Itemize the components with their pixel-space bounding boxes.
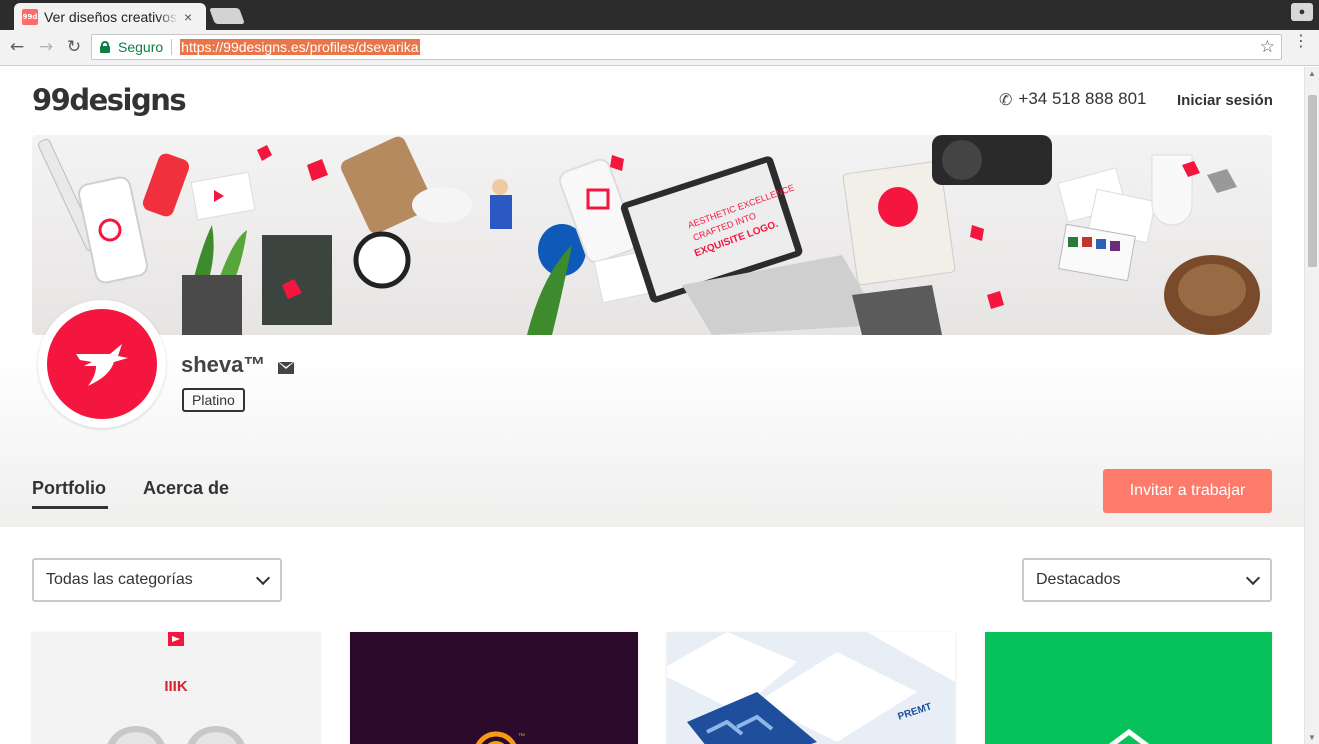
- card-brand-text: IIIK: [164, 678, 188, 695]
- portfolio-thumbnail: IIIK: [107, 632, 245, 744]
- sort-select-value: Destacados: [1036, 571, 1121, 588]
- active-tab-indicator: [32, 506, 108, 509]
- browser-toolbar: ← → ↻ Seguro https://99designs.es/profil…: [0, 30, 1319, 66]
- profile-banner: AESTHETIC EXCELLENCE CRAFTED INTO EXQUIS…: [32, 135, 1272, 335]
- reload-icon[interactable]: ↻: [63, 37, 85, 57]
- sort-select[interactable]: Destacados: [1022, 558, 1272, 602]
- trademark-mark: ™: [518, 733, 525, 740]
- lock-icon: [100, 41, 110, 53]
- invite-to-work-button[interactable]: Invitar a trabajar: [1103, 469, 1272, 513]
- omnibox-divider: [171, 39, 173, 55]
- site-logo[interactable]: 99designs: [32, 83, 187, 117]
- tab-portfolio[interactable]: Portfolio: [32, 478, 106, 499]
- scrollbar-thumb[interactable]: [1308, 95, 1317, 267]
- login-link[interactable]: Iniciar sesión: [1177, 92, 1273, 109]
- favicon-icon: 99d: [22, 8, 38, 25]
- secure-label: Seguro: [118, 39, 164, 55]
- level-badge: Platino: [182, 388, 245, 412]
- star-icon[interactable]: ☆: [1260, 37, 1275, 57]
- tab-title: Ver diseños creativos de sheva™: [44, 8, 178, 25]
- new-tab-button[interactable]: [209, 8, 245, 24]
- tab-close-icon[interactable]: ×: [184, 9, 192, 25]
- menu-icon[interactable]: ⋮: [1293, 33, 1309, 49]
- category-select[interactable]: Todas las categorías: [32, 558, 282, 602]
- phone-contact[interactable]: ✆ +34 518 888 801: [999, 89, 1147, 109]
- phone-number: +34 518 888 801: [1018, 89, 1147, 108]
- page-scrollbar[interactable]: ▲ ▼: [1304, 67, 1319, 744]
- banner-illustration: AESTHETIC EXCELLENCE CRAFTED INTO EXQUIS…: [38, 135, 1260, 335]
- portfolio-card[interactable]: ™: [350, 632, 638, 744]
- portfolio-thumbnail: [1108, 728, 1150, 744]
- portfolio-card[interactable]: IIIK: [32, 632, 320, 744]
- portfolio-thumbnail: PREMT: [667, 632, 955, 744]
- portfolio-card[interactable]: PREMT: [667, 632, 955, 744]
- profile-avatar-ring: [38, 300, 166, 428]
- profile-icon[interactable]: ●: [1291, 3, 1313, 21]
- forward-arrow-icon[interactable]: →: [35, 37, 57, 57]
- scroll-up-icon[interactable]: ▲: [1308, 69, 1316, 78]
- page-content: 99designs ✆ +34 518 888 801 Iniciar sesi…: [0, 67, 1304, 744]
- scroll-down-icon[interactable]: ▼: [1308, 733, 1316, 742]
- url-text[interactable]: https://99designs.es/profiles/dsevarika: [180, 39, 420, 55]
- portfolio-thumbnail: ™: [475, 731, 525, 744]
- avatar[interactable]: [47, 309, 157, 419]
- portfolio-card[interactable]: [985, 632, 1272, 744]
- address-bar[interactable]: Seguro https://99designs.es/profiles/dse…: [91, 34, 1282, 60]
- chevron-down-icon: [255, 570, 271, 586]
- browser-tabbar: 99d Ver diseños creativos de sheva™ × ●: [0, 0, 1319, 30]
- profile-name: sheva™: [181, 352, 266, 377]
- browser-tab[interactable]: 99d Ver diseños creativos de sheva™ ×: [14, 3, 206, 30]
- phone-icon: ✆: [999, 89, 1013, 109]
- category-select-value: Todas las categorías: [46, 571, 193, 588]
- tab-about[interactable]: Acerca de: [143, 478, 229, 499]
- mail-icon[interactable]: [278, 362, 294, 374]
- bird-logo-icon: [76, 344, 128, 386]
- chevron-down-icon: [1245, 570, 1261, 586]
- back-arrow-icon[interactable]: ←: [6, 37, 28, 57]
